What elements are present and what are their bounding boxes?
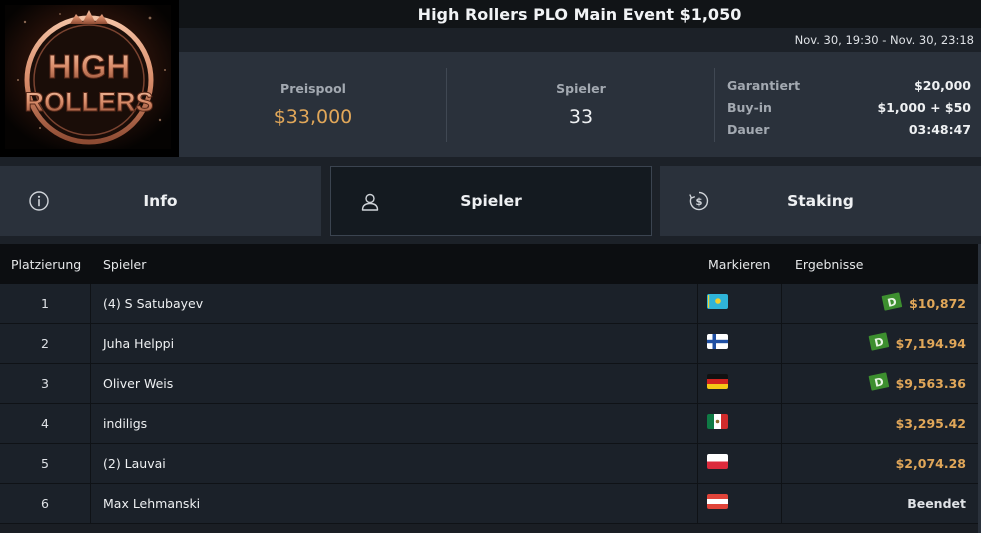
summary-panel: Preispool $33,000 Spieler 33 Garantiert … bbox=[179, 52, 981, 157]
austria-flag-icon bbox=[707, 494, 728, 509]
detail-value: $1,000 + $50 bbox=[877, 99, 971, 115]
player-name: Juha Helppi bbox=[103, 336, 175, 351]
result-cell: D $9,563.36 bbox=[868, 364, 966, 403]
tournament-title: High Rollers PLO Main Event $1,050 bbox=[417, 4, 742, 24]
tab-staking[interactable]: $ Staking bbox=[660, 166, 981, 236]
tab-info[interactable]: Info bbox=[0, 166, 321, 236]
logo-text-rollers: ROLLERS bbox=[24, 87, 153, 117]
place-cell: 4 bbox=[41, 416, 49, 431]
place-cell: 1 bbox=[41, 296, 49, 311]
players-stat: Spieler 33 bbox=[447, 52, 715, 157]
table-row[interactable]: 1 (4) S Satubayev D $10,872 bbox=[0, 284, 978, 324]
header-results[interactable]: Ergebnisse bbox=[795, 257, 864, 272]
result-amount: $7,194.94 bbox=[895, 336, 966, 351]
place-cell: 2 bbox=[41, 336, 49, 351]
tab-players[interactable]: Spieler bbox=[330, 166, 652, 236]
prize-pool-value: $33,000 bbox=[273, 106, 353, 128]
logo-text-high: HIGH bbox=[48, 48, 131, 85]
tournament-details: Garantiert $20,000 Buy-in $1,000 + $50 D… bbox=[727, 74, 971, 140]
result-cell: $3,295.42 bbox=[896, 404, 966, 443]
tournament-dates: Nov. 30, 19:30 - Nov. 30, 23:18 bbox=[794, 33, 974, 47]
table-header: Platzierung Spieler Markieren Ergebnisse bbox=[0, 244, 978, 284]
result-cell: D $7,194.94 bbox=[868, 324, 966, 363]
player-name: (4) S Satubayev bbox=[103, 296, 204, 311]
table-row[interactable]: 6 Max Lehmanski Beendet bbox=[0, 484, 978, 524]
result-cell: $2,074.28 bbox=[896, 444, 966, 483]
poland-flag-icon bbox=[707, 454, 728, 469]
player-name: (2) Lauvai bbox=[103, 456, 166, 471]
table-row[interactable]: 3 Oliver Weis D $9,563.36 bbox=[0, 364, 978, 404]
detail-guaranteed: Garantiert $20,000 bbox=[727, 74, 971, 96]
finland-flag-icon bbox=[707, 334, 728, 349]
prize-pool-stat: Preispool $33,000 bbox=[179, 52, 447, 157]
staking-badge-icon[interactable]: D bbox=[881, 291, 903, 312]
tab-info-label: Info bbox=[143, 192, 178, 210]
results-table: 1 (4) S Satubayev D $10,872 2 Juha Helpp… bbox=[0, 284, 978, 524]
result-cell: D $10,872 bbox=[881, 284, 966, 323]
player-name: indiligs bbox=[103, 416, 148, 431]
title-bar: High Rollers PLO Main Event $1,050 bbox=[179, 0, 981, 28]
dollar-cycle-icon: $ bbox=[689, 191, 709, 211]
detail-key: Buy-in bbox=[727, 99, 772, 115]
place-cell: 5 bbox=[41, 456, 49, 471]
user-icon bbox=[361, 193, 379, 211]
staking-badge-icon[interactable]: D bbox=[868, 371, 890, 392]
detail-key: Garantiert bbox=[727, 77, 801, 93]
tab-staking-label: Staking bbox=[787, 192, 854, 210]
detail-duration: Dauer 03:48:47 bbox=[727, 118, 971, 140]
detail-buyin: Buy-in $1,000 + $50 bbox=[727, 96, 971, 118]
staking-badge-icon[interactable]: D bbox=[868, 331, 890, 352]
player-name: Max Lehmanski bbox=[103, 496, 201, 511]
place-cell: 3 bbox=[41, 376, 49, 391]
detail-value: 03:48:47 bbox=[908, 121, 971, 137]
place-cell: 6 bbox=[41, 496, 49, 511]
table-row[interactable]: 2 Juha Helppi D $7,194.94 bbox=[0, 324, 978, 364]
players-value: 33 bbox=[568, 106, 594, 128]
tab-players-label: Spieler bbox=[460, 192, 522, 210]
detail-key: Dauer bbox=[727, 121, 770, 137]
players-label: Spieler bbox=[556, 81, 606, 96]
result-amount: $10,872 bbox=[909, 296, 966, 311]
result-amount: $3,295.42 bbox=[895, 416, 966, 431]
divider bbox=[714, 68, 715, 142]
detail-value: $20,000 bbox=[914, 77, 971, 93]
result-cell: Beendet bbox=[907, 484, 966, 523]
mexico-flag-icon bbox=[707, 414, 728, 429]
svg-text:$: $ bbox=[696, 197, 703, 208]
result-status: Beendet bbox=[907, 496, 966, 511]
header-place[interactable]: Platzierung bbox=[11, 257, 81, 272]
kazakhstan-flag-icon bbox=[707, 294, 728, 309]
header-player[interactable]: Spieler bbox=[103, 257, 146, 272]
player-name: Oliver Weis bbox=[103, 376, 174, 391]
prize-pool-label: Preispool bbox=[280, 81, 346, 96]
info-icon bbox=[29, 191, 49, 211]
germany-flag-icon bbox=[707, 374, 728, 389]
result-amount: $9,563.36 bbox=[895, 376, 966, 391]
tournament-logo: HIGH ROLLERS bbox=[0, 0, 179, 157]
result-amount: $2,074.28 bbox=[895, 456, 966, 471]
tab-bar: Info Spieler $ Staking bbox=[0, 157, 981, 244]
table-row[interactable]: 4 indiligs $3,295.42 bbox=[0, 404, 978, 444]
date-bar: Nov. 30, 19:30 - Nov. 30, 23:18 bbox=[179, 28, 981, 52]
table-row[interactable]: 5 (2) Lauvai $2,074.28 bbox=[0, 444, 978, 484]
header-mark[interactable]: Markieren bbox=[708, 257, 770, 272]
